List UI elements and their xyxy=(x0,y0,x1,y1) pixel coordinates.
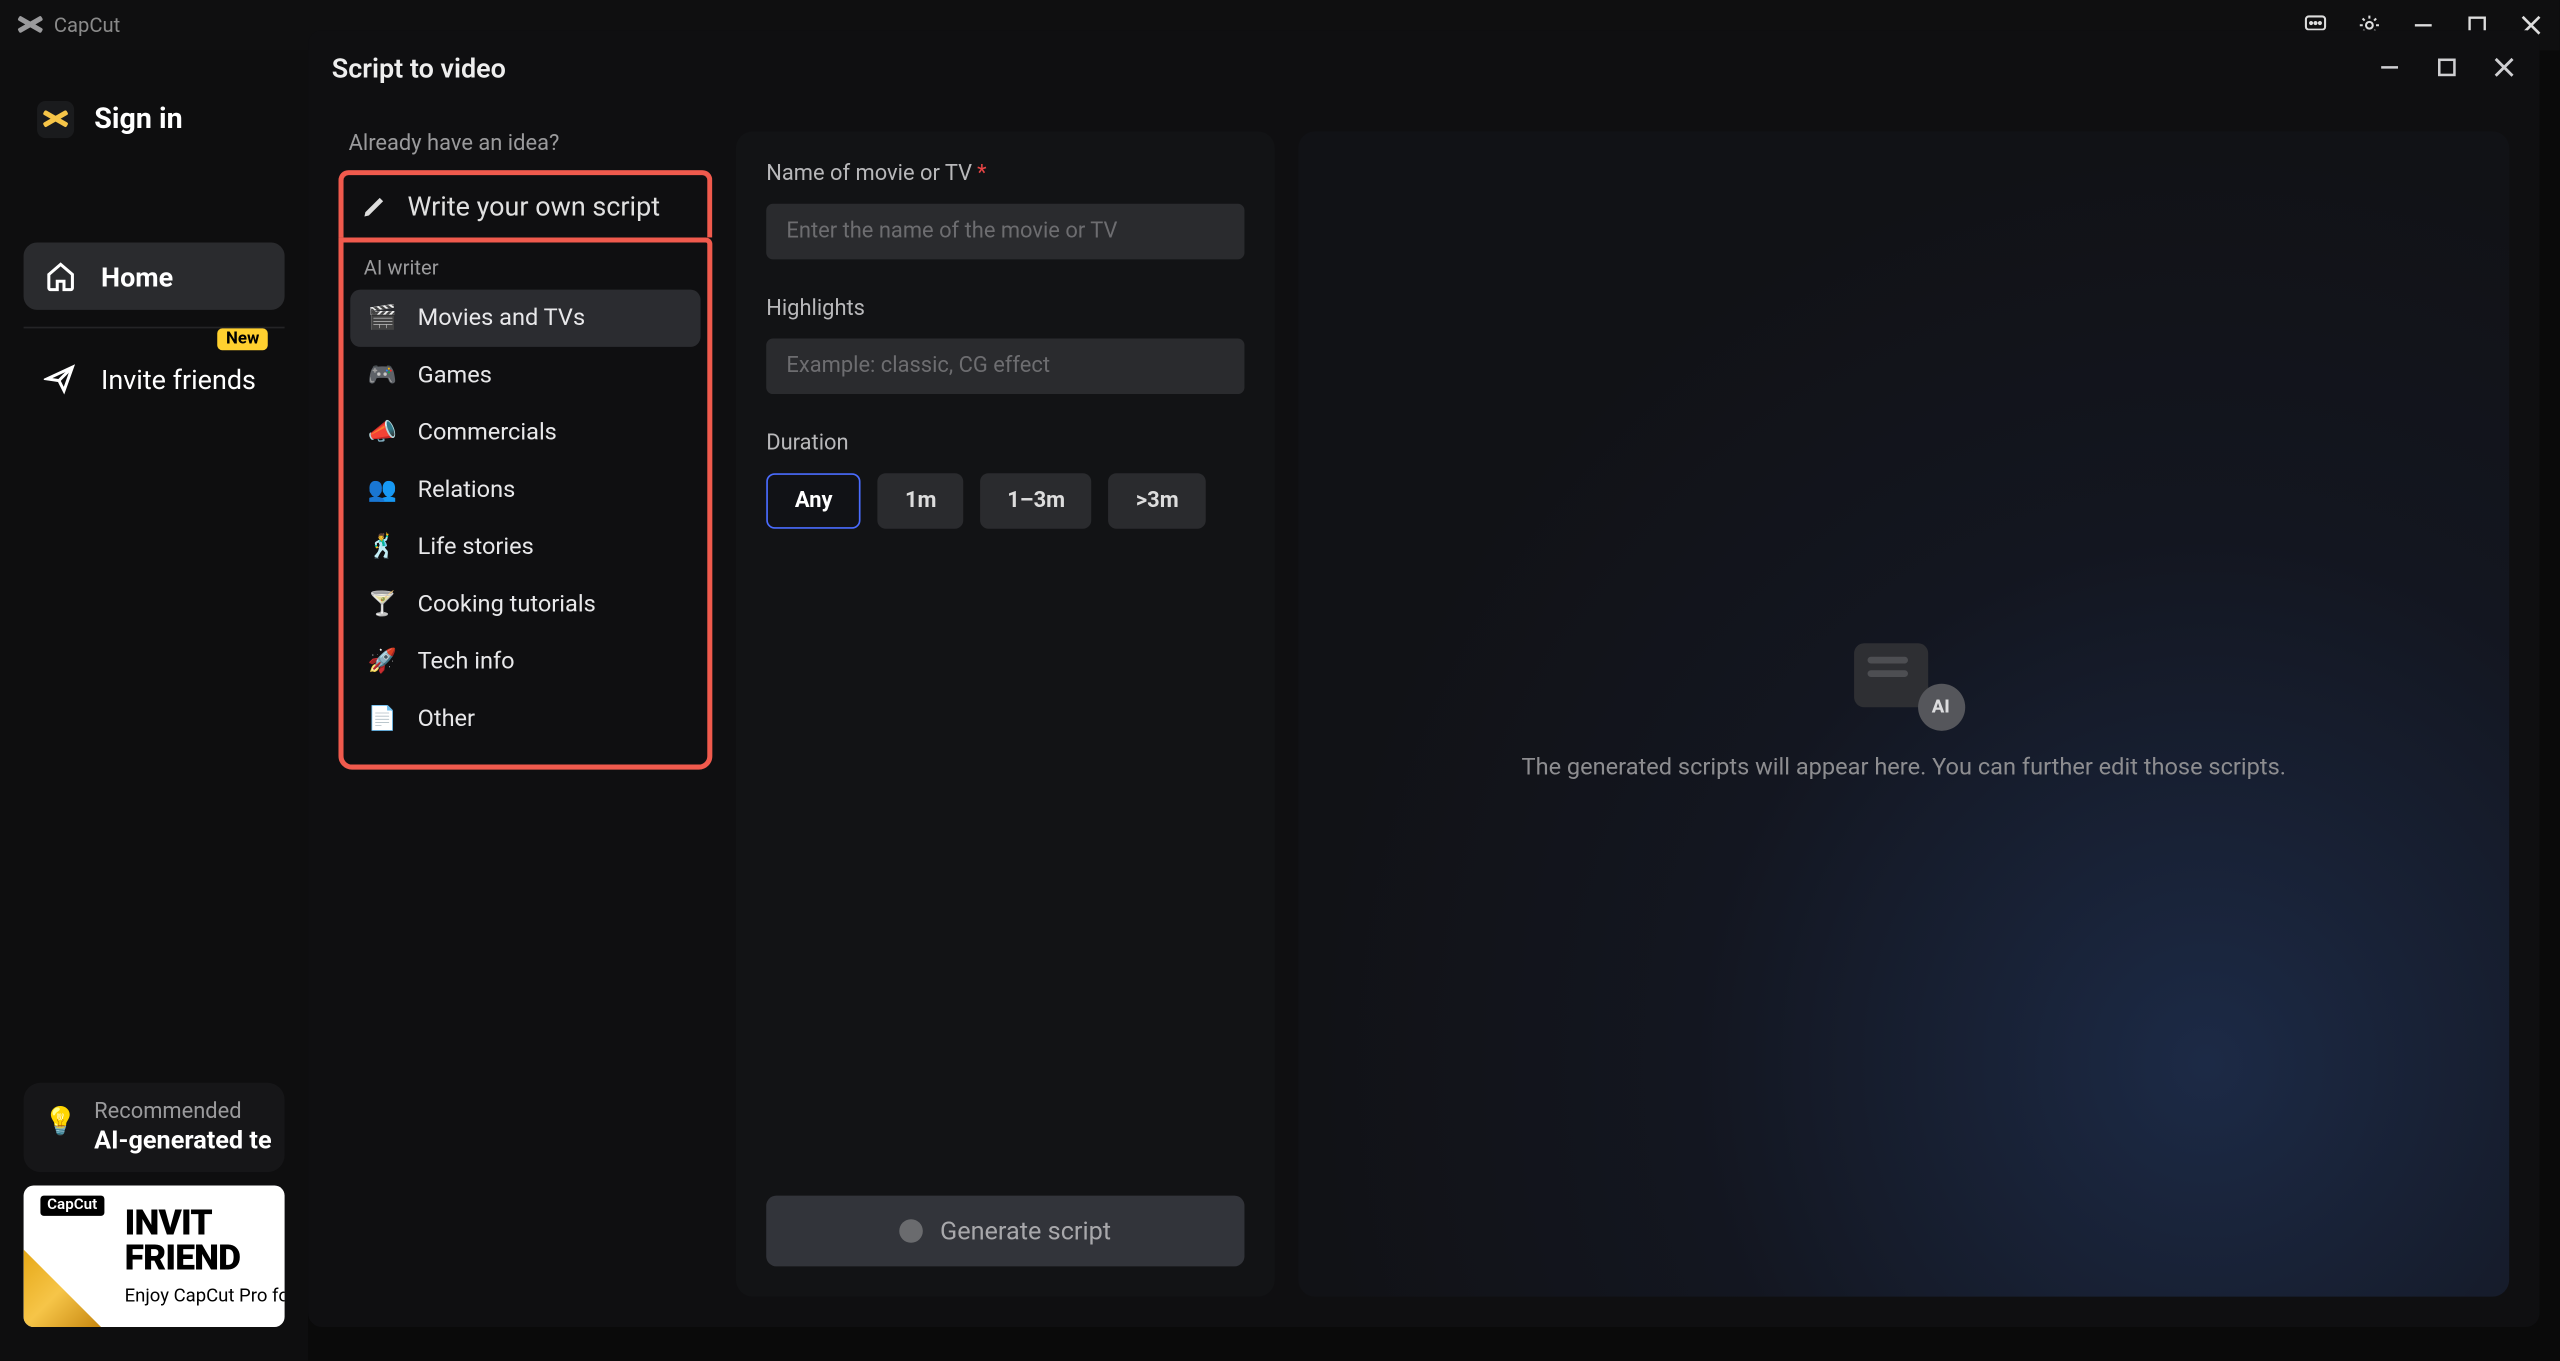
idea-prompt-label: Already have an idea? xyxy=(338,131,712,156)
app-name: CapCut xyxy=(54,13,120,37)
category-commercials[interactable]: 📣 Commercials xyxy=(350,404,700,461)
recommended-label: Recommended xyxy=(94,1100,271,1125)
tech-icon: 🚀 xyxy=(367,647,397,677)
category-label: Relations xyxy=(418,477,516,504)
sign-in-label: Sign in xyxy=(94,103,182,137)
recommended-card[interactable]: 💡 Recommended AI-generated te xyxy=(24,1083,285,1172)
promo-brand-tag: CapCut xyxy=(40,1196,104,1216)
relations-icon: 👥 xyxy=(367,475,397,505)
new-badge: New xyxy=(218,328,268,350)
highlights-field-label: Highlights xyxy=(766,296,1244,321)
modal-title: Script to video xyxy=(332,51,506,83)
category-panel: Already have an idea? Write your own scr… xyxy=(338,131,712,1296)
paper-plane-icon xyxy=(44,362,78,396)
script-to-video-modal: Script to video Already have an idea? Wr… xyxy=(308,30,2539,1327)
cooking-icon: 🍸 xyxy=(367,589,397,619)
generate-script-button[interactable]: Generate script xyxy=(766,1196,1244,1267)
category-tech[interactable]: 🚀 Tech info xyxy=(350,633,700,690)
promo-line2: FRIEND xyxy=(125,1242,285,1277)
write-own-label: Write your own script xyxy=(408,190,660,222)
invite-promo-card[interactable]: CapCut INVIT FRIEND Enjoy CapCut Pro for xyxy=(24,1186,285,1327)
category-relations[interactable]: 👥 Relations xyxy=(350,461,700,518)
movies-icon: 🎬 xyxy=(367,303,397,333)
empty-state-text: The generated scripts will appear here. … xyxy=(1522,750,2286,785)
nav-invite-label: Invite friends xyxy=(101,363,256,395)
nav-home[interactable]: Home xyxy=(24,242,285,309)
movie-name-input[interactable] xyxy=(766,204,1244,260)
nav-invite-friends[interactable]: New Invite friends xyxy=(24,345,285,412)
promo-line1: INVIT xyxy=(125,1207,285,1242)
promo-sub: Enjoy CapCut Pro for xyxy=(125,1284,285,1306)
write-own-script-button[interactable]: Write your own script xyxy=(338,170,712,237)
duration-option[interactable]: >3m xyxy=(1109,473,1206,529)
duration-option[interactable]: 1–3m xyxy=(980,473,1092,529)
form-panel: Name of movie or TV* Highlights Duration… xyxy=(736,131,1275,1296)
category-movies[interactable]: 🎬 Movies and TVs xyxy=(350,290,700,347)
category-label: Other xyxy=(418,706,475,733)
capcut-logo-icon xyxy=(17,13,44,37)
ai-writer-label: AI writer xyxy=(350,253,700,290)
lightbulb-icon: 💡 xyxy=(44,1105,78,1137)
category-label: Movies and TVs xyxy=(418,305,586,332)
name-field-label: Name of movie or TV* xyxy=(766,162,1244,187)
home-icon xyxy=(44,259,78,293)
pencil-icon xyxy=(360,193,387,220)
duration-option[interactable]: Any xyxy=(766,473,861,529)
category-label: Commercials xyxy=(418,419,557,446)
highlights-input[interactable] xyxy=(766,338,1244,394)
category-label: Life stories xyxy=(418,534,534,561)
commercials-icon: 📣 xyxy=(367,418,397,448)
category-games[interactable]: 🎮 Games xyxy=(350,347,700,404)
recommended-main: AI-generated te xyxy=(94,1125,271,1155)
category-label: Games xyxy=(418,362,492,389)
modal-close-icon[interactable] xyxy=(2492,56,2516,80)
category-label: Tech info xyxy=(418,648,515,675)
loading-dot-icon xyxy=(900,1219,924,1243)
sign-in-button[interactable]: Sign in xyxy=(24,91,285,148)
category-cooking[interactable]: 🍸 Cooking tutorials xyxy=(350,576,700,633)
category-other[interactable]: 📄 Other xyxy=(350,690,700,747)
capcut-small-logo-icon xyxy=(42,108,69,132)
modal-maximize-icon[interactable] xyxy=(2435,56,2459,80)
life-icon: 🕺 xyxy=(367,532,397,562)
nav-home-label: Home xyxy=(101,260,173,292)
duration-option[interactable]: 1m xyxy=(878,473,963,529)
page-fold-icon xyxy=(24,1250,101,1327)
generate-label: Generate script xyxy=(940,1216,1111,1246)
category-life[interactable]: 🕺 Life stories xyxy=(350,519,700,576)
output-panel: AI The generated scripts will appear her… xyxy=(1298,131,2509,1296)
app-sidebar: Sign in Home New Invite friends 💡 Recomm… xyxy=(0,51,308,1361)
other-icon: 📄 xyxy=(367,704,397,734)
duration-field-label: Duration xyxy=(766,431,1244,456)
games-icon: 🎮 xyxy=(367,360,397,390)
ai-badge: AI xyxy=(1917,683,1964,730)
modal-minimize-icon[interactable] xyxy=(2378,56,2402,80)
ai-writer-category-box: AI writer 🎬 Movies and TVs 🎮 Games 📣 Commerci… xyxy=(338,237,712,769)
category-label: Cooking tutorials xyxy=(418,591,596,618)
ai-document-icon: AI xyxy=(1853,642,1954,723)
